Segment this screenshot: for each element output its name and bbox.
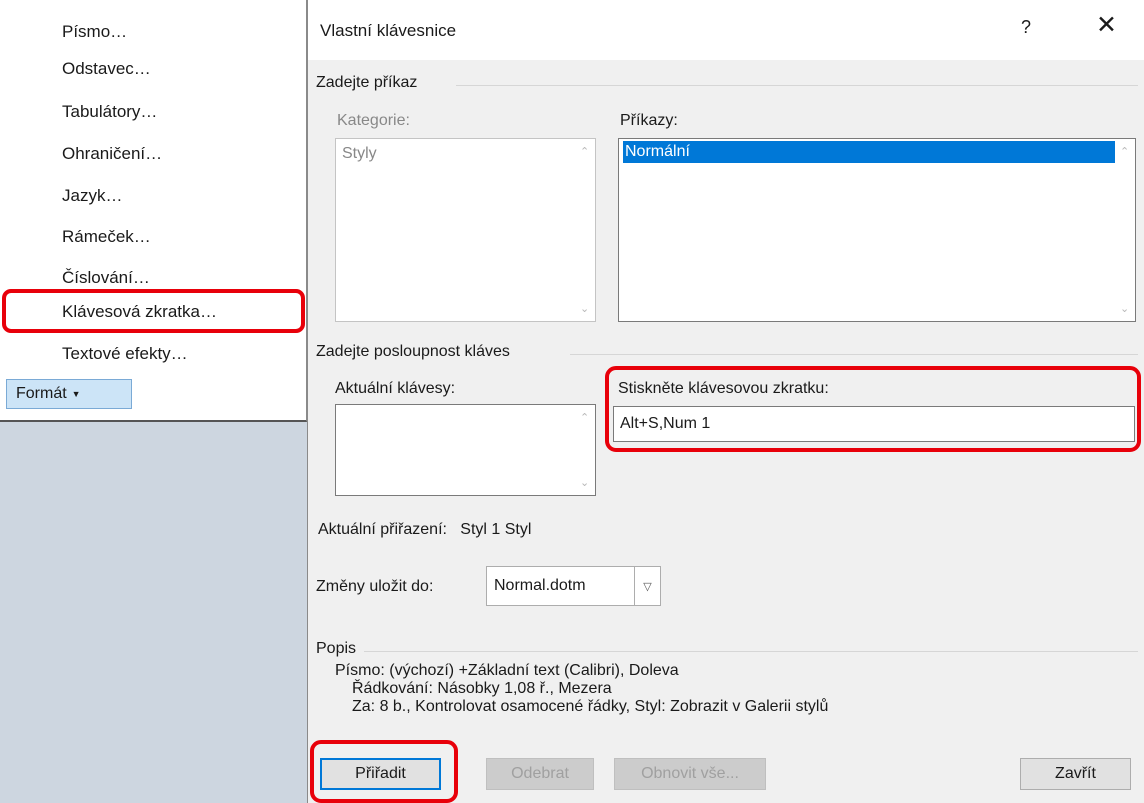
scroll-down-icon[interactable]: ⌄ [1120,302,1129,315]
scrollbar[interactable]: ⌃ ⌄ [577,405,595,495]
scroll-up-icon[interactable]: ⌃ [580,411,589,424]
keys-group-label: Zadejte posloupnost kláves [316,343,510,360]
description-line: Písmo: (výchozí) +Základní text (Calibri… [335,662,679,679]
shortcut-key-highlight [2,289,305,333]
save-changes-label: Změny uložit do: [316,578,434,595]
close-button[interactable]: Zavřít [1020,758,1131,790]
save-changes-value: Normal.dotm [494,577,586,594]
customize-keyboard-dialog: Vlastní klávesnice ? ✕ Zadejte příkaz Ka… [307,0,1144,803]
shortcut-input-highlight [605,366,1141,452]
scroll-down-icon[interactable]: ⌄ [580,302,589,315]
reset-all-button[interactable]: Obnovit vše... [614,758,766,790]
description-line: Řádkování: Násobky 1,08 ř., Mezera [352,680,612,697]
scroll-up-icon[interactable]: ⌃ [1120,145,1129,158]
current-keys-label: Aktuální klávesy: [335,380,456,397]
current-assignment-label: Aktuální přiřazení: Styl 1 Styl [318,521,531,539]
description-line: Za: 8 b., Kontrolovat osamocené řádky, S… [352,698,829,715]
menu-item-frame[interactable]: Rámeček… [62,220,151,254]
format-button[interactable]: Formát ▼ [6,379,132,409]
help-icon[interactable]: ? [1021,17,1031,38]
commands-list[interactable]: Normální ⌃ ⌄ [618,138,1136,322]
group-divider [456,85,1138,86]
scrollbar[interactable]: ⌃ ⌄ [577,139,595,321]
current-keys-list[interactable]: ⌃ ⌄ [335,404,596,496]
menu-item-language[interactable]: Jazyk… [62,179,122,213]
scroll-down-icon[interactable]: ⌄ [580,476,589,489]
menu-item-borders[interactable]: Ohraničení… [62,137,162,171]
current-assignment-caption: Aktuální přiřazení: [318,521,447,538]
remove-button[interactable]: Odebrat [486,758,594,790]
group-divider [364,651,1138,652]
dialog-body: Zadejte příkaz Kategorie: Styly ⌃ ⌄ Přík… [308,60,1144,803]
list-item[interactable]: Normální [623,141,1115,163]
context-menu: Písmo… Odstavec… Tabulátory… Ohraničení…… [0,0,307,422]
menu-item-text-effects[interactable]: Textové efekty… [62,337,188,371]
current-assignment-value: Styl 1 Styl [460,521,532,538]
document-background: Písmo… Odstavec… Tabulátory… Ohraničení…… [0,0,307,803]
close-icon[interactable]: ✕ [1096,13,1117,38]
menu-item-tabs[interactable]: Tabulátory… [62,95,157,129]
scrollbar[interactable]: ⌃ ⌄ [1117,139,1135,321]
menu-item-font[interactable]: Písmo… [62,15,127,49]
save-changes-select[interactable]: Normal.dotm ▽ [486,566,661,606]
format-button-label: Formát [16,385,67,402]
categories-list[interactable]: Styly ⌃ ⌄ [335,138,596,322]
list-item[interactable]: Styly [340,143,377,165]
description-group-label: Popis [316,640,357,657]
command-group-label: Zadejte příkaz [316,74,418,91]
commands-label: Příkazy: [620,112,678,129]
chevron-down-icon: ▼ [71,389,81,399]
menu-item-paragraph[interactable]: Odstavec… [62,52,151,86]
scroll-up-icon[interactable]: ⌃ [580,145,589,158]
assign-button-highlight [310,740,458,803]
dialog-title: Vlastní klávesnice [320,21,457,40]
categories-label: Kategorie: [337,112,410,129]
group-divider [570,354,1138,355]
chevron-down-icon[interactable]: ▽ [634,567,660,605]
